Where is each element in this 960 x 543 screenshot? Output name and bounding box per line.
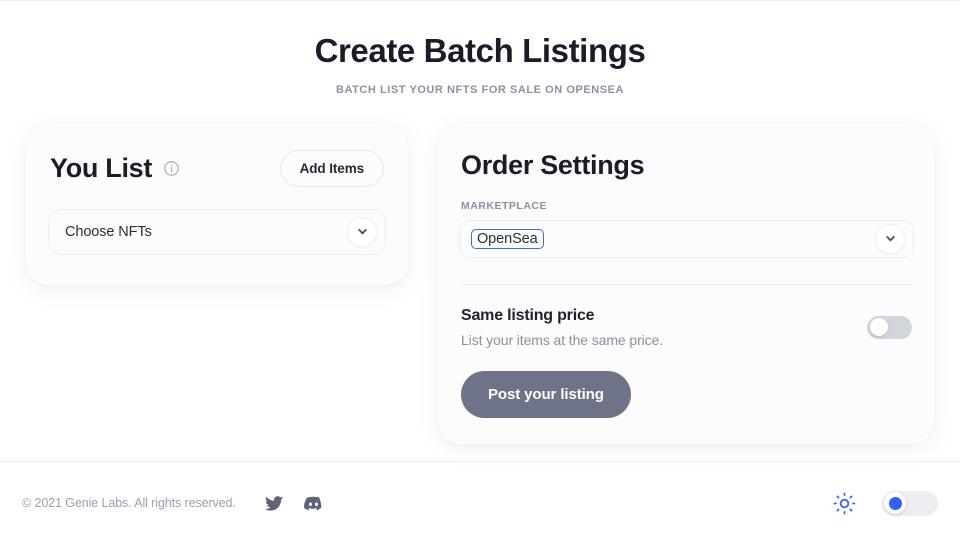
cards-container: You List Add Items Choose NFTs Order Set… bbox=[0, 123, 960, 444]
marketplace-label: MARKETPLACE bbox=[461, 199, 547, 212]
theme-toggle[interactable] bbox=[882, 490, 938, 516]
add-items-button[interactable]: Add Items bbox=[279, 149, 384, 187]
chevron-down-icon[interactable] bbox=[875, 223, 905, 254]
page-subtitle: BATCH LIST YOUR NFTS FOR SALE ON OPENSEA bbox=[335, 83, 625, 96]
same-listing-price-row: Same listing price List your items at th… bbox=[459, 307, 914, 348]
order-settings-title: Order Settings bbox=[461, 149, 645, 180]
sun-icon[interactable] bbox=[833, 492, 856, 515]
social-links bbox=[264, 493, 324, 514]
toggle-knob bbox=[870, 318, 888, 337]
settings-divider bbox=[461, 283, 912, 285]
same-listing-price-text: Same listing price List your items at th… bbox=[461, 307, 867, 348]
info-circle-icon bbox=[164, 160, 179, 176]
you-list-card: You List Add Items Choose NFTs bbox=[26, 123, 408, 285]
same-listing-price-toggle[interactable] bbox=[867, 315, 912, 339]
discord-icon[interactable] bbox=[303, 493, 324, 514]
order-settings-card: Order Settings MARKETPLACE OpenSea Same … bbox=[438, 123, 934, 444]
chevron-down-icon[interactable] bbox=[347, 216, 377, 247]
theme-toggle-knob bbox=[884, 492, 906, 514]
copyright-text: © 2021 Genie Labs. All rights reserved. bbox=[22, 496, 236, 510]
marketplace-value: OpenSea bbox=[471, 228, 544, 249]
you-list-title: You List bbox=[50, 152, 153, 183]
page-title: Create Batch Listings bbox=[314, 32, 646, 69]
same-listing-price-description: List your items at the same price. bbox=[461, 331, 664, 348]
same-listing-price-title: Same listing price bbox=[461, 306, 595, 324]
you-list-header: You List Add Items bbox=[48, 149, 386, 187]
page-footer: © 2021 Genie Labs. All rights reserved. bbox=[0, 462, 960, 543]
page-root: Create Batch Listings BATCH LIST YOUR NF… bbox=[0, 0, 960, 543]
theme-controls bbox=[833, 490, 938, 516]
choose-nfts-value: Choose NFTs bbox=[65, 223, 152, 240]
twitter-icon[interactable] bbox=[264, 494, 284, 513]
choose-nfts-select[interactable]: Choose NFTs bbox=[48, 208, 386, 255]
page-header: Create Batch Listings BATCH LIST YOUR NF… bbox=[0, 1, 960, 96]
marketplace-select[interactable]: OpenSea bbox=[459, 219, 914, 258]
theme-toggle-dot bbox=[888, 496, 902, 510]
post-listing-button[interactable]: Post your listing bbox=[461, 370, 631, 418]
